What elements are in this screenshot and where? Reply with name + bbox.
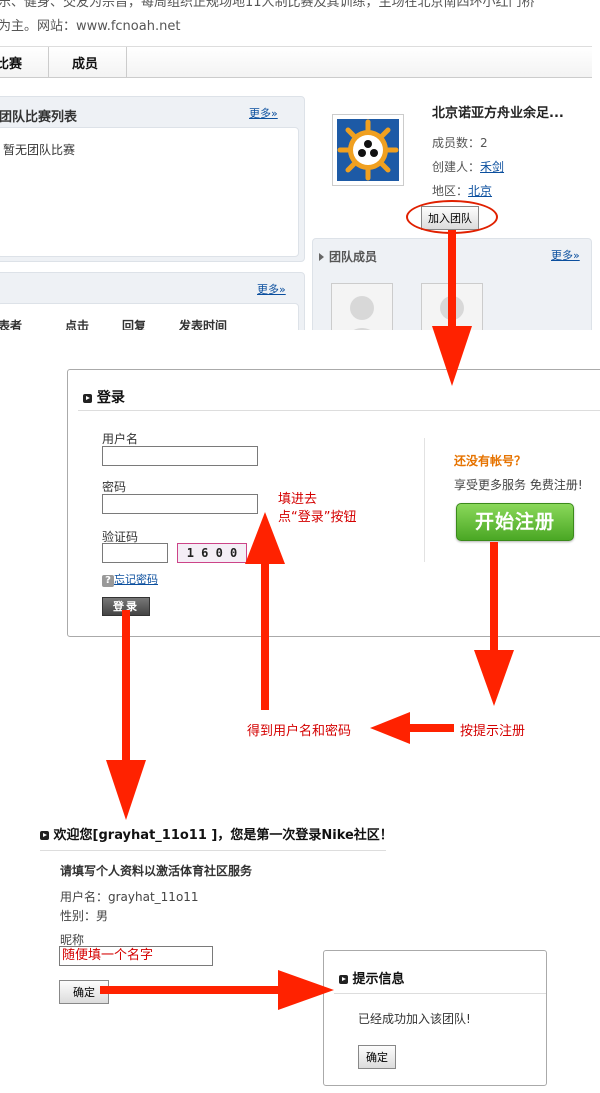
members-more-link[interactable]: 更多» xyxy=(551,247,580,263)
login-title-row: 登录 xyxy=(83,387,125,407)
members-panel-title-row: 团队成员 xyxy=(319,248,377,265)
tab-match-label: 比赛 xyxy=(0,57,23,72)
password-input[interactable] xyxy=(102,494,258,514)
bullet-icon xyxy=(40,831,49,840)
match-list-panel: 团队比赛列表 更多» 暂无团队比赛 xyxy=(0,96,305,262)
tab-divider xyxy=(126,47,127,77)
triangle-right-icon xyxy=(319,253,324,261)
tab-divider xyxy=(48,47,49,77)
creator-label: 创建人： xyxy=(432,160,481,174)
info-confirm-button[interactable]: 确定 xyxy=(358,1045,396,1069)
help-icon: ? xyxy=(102,575,114,587)
tab-bar: 比赛 成员 xyxy=(0,46,592,78)
tab-match[interactable]: 比赛 xyxy=(0,53,22,72)
topic-table: 表者 点击 回复 发表时间 xyxy=(0,303,299,330)
column-header-author: 表者 xyxy=(0,319,23,330)
join-button-highlight-ellipse xyxy=(406,200,498,234)
region-row: 地区：北京 xyxy=(432,182,492,199)
arrow-confirm-right xyxy=(100,986,290,994)
arrow-head-left xyxy=(370,712,410,744)
match-more-link[interactable]: 更多» xyxy=(249,105,278,121)
column-header-replies: 回复 xyxy=(122,319,147,330)
login-vertical-divider xyxy=(424,438,425,562)
creator-link[interactable]: 禾剑 xyxy=(480,160,504,174)
login-submit-button[interactable]: 登录 xyxy=(102,597,150,616)
arrow-head-down xyxy=(106,760,146,820)
register-button[interactable]: 开始注册 xyxy=(456,503,574,541)
welcome-divider xyxy=(40,850,386,851)
arrow-left-shaft xyxy=(406,724,454,732)
annotation-fill-in: 填进去 点“登录”按钮 xyxy=(278,491,356,527)
username-label: 用户名 xyxy=(102,432,139,446)
login-title: 登录 xyxy=(96,390,125,406)
team-description: 乐、健身、交友为宗旨，每周组织正规场地11人制比赛及其训练，主场在北京南四环小红… xyxy=(0,0,535,36)
team-logo xyxy=(332,114,404,186)
bullet-icon xyxy=(339,975,348,984)
match-list-body: 暂无团队比赛 xyxy=(0,127,299,257)
annotation-fill-in-line-1: 填进去 xyxy=(278,492,318,507)
member-avatar[interactable] xyxy=(331,283,393,330)
welcome-subtitle: 请填写个人资料以激活体育社区服务 xyxy=(60,864,253,878)
annotation-get-credentials: 得到用户名和密码 xyxy=(247,724,352,739)
creator-row: 创建人：禾剑 xyxy=(432,158,504,175)
info-title-row: 提示信息 xyxy=(339,968,405,987)
captcha-image: 1 6 0 0 xyxy=(177,543,247,563)
annotation-fill-in-line-2: 点“登录”按钮 xyxy=(278,510,357,525)
username-display: 用户名：grayhat_11o11 xyxy=(60,890,199,904)
tab-members[interactable]: 成员 xyxy=(72,53,98,72)
region-label: 地区： xyxy=(432,184,469,198)
description-line-1: 乐、健身、交友为宗旨，每周组织正规场地11人制比赛及其训练，主场在北京南四环小红… xyxy=(0,0,535,10)
captcha-input[interactable] xyxy=(102,543,168,563)
annotation-follow-register: 按提示注册 xyxy=(460,724,526,739)
username-input[interactable] xyxy=(102,446,258,466)
password-label: 密码 xyxy=(102,480,127,494)
column-header-post-time: 发表时间 xyxy=(179,319,228,330)
members-panel: 团队成员 更多» xyxy=(312,238,592,330)
forgot-password-link[interactable]: 忘记密码 xyxy=(114,573,158,586)
member-count: 成员数：2 xyxy=(432,136,488,150)
team-name: 北京诺亚方舟业余足... xyxy=(432,106,564,121)
login-header-divider xyxy=(78,410,600,411)
team-page: 乐、健身、交友为宗旨，每周组织正规场地11人制比赛及其训练，主场在北京南四环小红… xyxy=(0,0,600,330)
welcome-title: 欢迎您[grayhat_11o11 ]，您是第一次登录Nike社区！ xyxy=(53,828,393,843)
nickname-value: 随便填一个名字 xyxy=(62,948,154,963)
topic-panel: 更多» 表者 点击 回复 发表时间 xyxy=(0,272,305,330)
tab-members-label: 成员 xyxy=(72,57,99,72)
members-panel-title: 团队成员 xyxy=(329,250,378,264)
info-dialog: 提示信息 已经成功加入该团队! 确定 xyxy=(323,950,547,1086)
profile-confirm-button[interactable]: 确定 xyxy=(59,980,109,1004)
info-divider xyxy=(334,993,546,994)
no-account-text: 还没有帐号？ xyxy=(454,454,527,468)
gender-display: 性别：男 xyxy=(60,909,109,923)
nickname-input[interactable]: 随便填一个名字 xyxy=(59,946,213,966)
match-list-title: 团队比赛列表 xyxy=(0,110,78,125)
column-header-clicks: 点击 xyxy=(65,319,90,330)
arrow-head-down xyxy=(474,650,514,706)
welcome-title-row: 欢迎您[grayhat_11o11 ]，您是第一次登录Nike社区！ xyxy=(40,824,393,843)
info-message: 已经成功加入该团队! xyxy=(358,1012,471,1026)
empty-match-text: 暂无团队比赛 xyxy=(3,143,76,157)
bullet-icon xyxy=(83,393,92,403)
forgot-password-row: ? 忘记密码 xyxy=(102,571,158,587)
info-title: 提示信息 xyxy=(352,972,405,987)
description-line-2: 为主。网站：www.fcnoah.net xyxy=(0,19,181,34)
region-link[interactable]: 北京 xyxy=(468,184,492,198)
register-promo-text: 享受更多服务 免费注册! xyxy=(454,478,583,492)
topic-more-link[interactable]: 更多» xyxy=(257,281,286,297)
member-avatar[interactable] xyxy=(421,283,483,330)
